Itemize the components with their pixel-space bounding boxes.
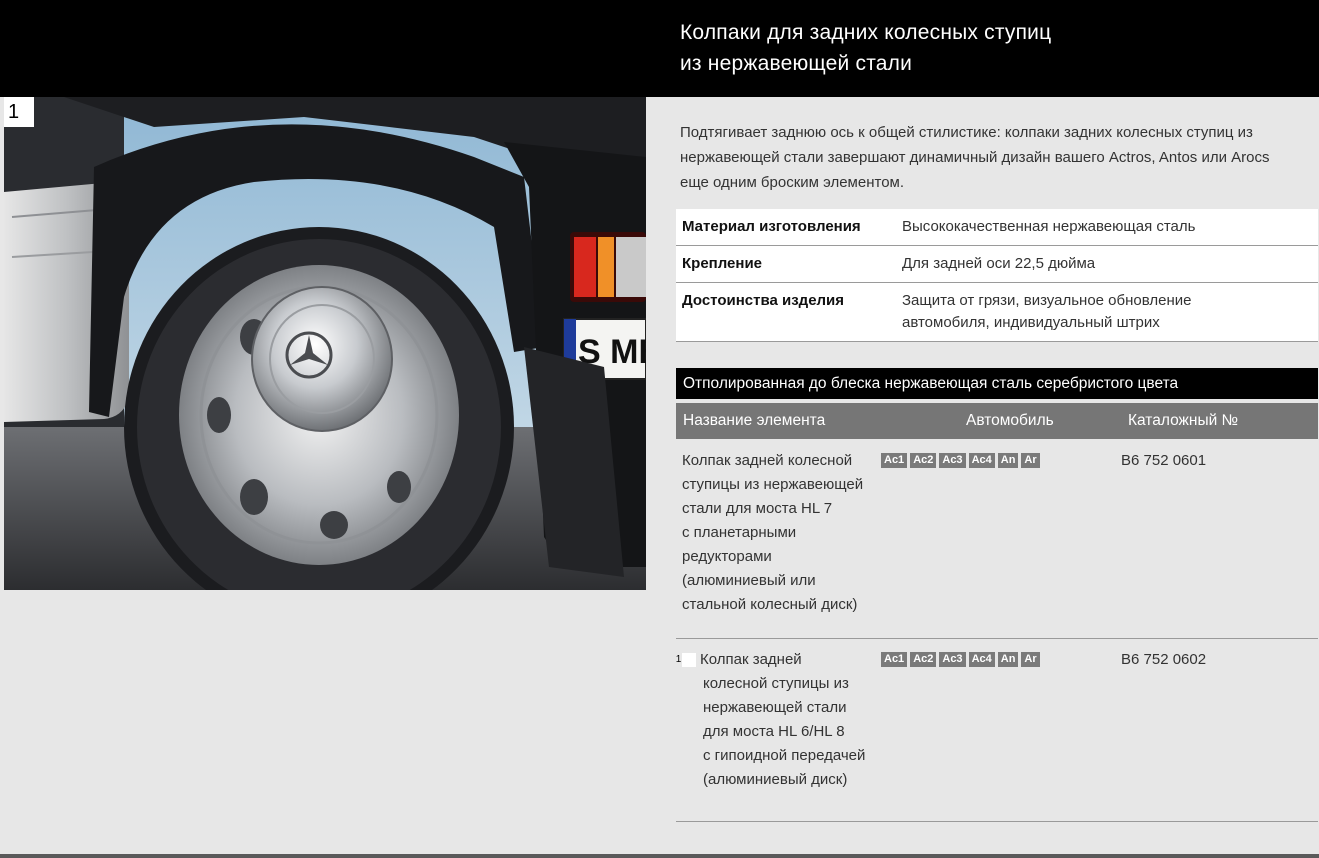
- model-chip: Ac4: [968, 453, 995, 468]
- row-divider: [676, 638, 1318, 639]
- row-divider: [676, 821, 1318, 822]
- bottom-border: [0, 854, 1319, 858]
- spec-value: Защита от грязи, визуальное обновление а…: [902, 292, 1192, 331]
- item-name: Колпак задней колесной ступицы из нержав…: [682, 452, 864, 613]
- spec-key: Крепление: [682, 255, 763, 272]
- column-header-name: Название элемента: [683, 412, 826, 429]
- model-chip: An: [997, 453, 1019, 468]
- intro-text: Подтягивает заднюю ось к общей стилистик…: [680, 124, 1270, 191]
- header-bar: Колпаки для задних колесных ступиц из не…: [0, 0, 1319, 97]
- page-title: Колпаки для задних колесных ступиц из не…: [680, 17, 1300, 79]
- table-row: Колпак задней колесной ступицы из нержав…: [676, 449, 1318, 639]
- spec-value: Для задней оси 22,5 дюйма: [902, 255, 1096, 272]
- column-header-part-number: Каталожный №: [1128, 412, 1239, 429]
- model-chip: An: [997, 652, 1019, 667]
- model-chip: Ac3: [939, 652, 966, 667]
- model-chip: Ar: [1021, 652, 1040, 667]
- model-chip: Ac1: [881, 453, 908, 468]
- spec-row: Крепление Для задней оси 22,5 дюйма: [676, 246, 1318, 283]
- model-chip: Ar: [1021, 453, 1040, 468]
- item-name: 1 Колпак задней колесной ступицы из нержа…: [675, 651, 866, 788]
- spec-row: Достоинства изделия Защита от грязи, виз…: [676, 283, 1318, 342]
- spec-row: Материал изготовления Высококачественная…: [676, 209, 1318, 246]
- spec-value: Высококачественная нержавеющая сталь: [902, 218, 1196, 235]
- vehicle-model-chips: Ac1 Ac2 Ac3 Ac4 An Ar: [881, 453, 1040, 468]
- photo-index-badge: 1: [4, 97, 34, 127]
- model-chip: Ac3: [939, 453, 966, 468]
- model-chip: Ac1: [881, 652, 908, 667]
- item-index-badge: 1: [676, 653, 696, 667]
- model-chip: Ac2: [910, 453, 937, 468]
- model-chip: Ac4: [968, 652, 995, 667]
- product-photo: S MB 185 1: [4, 97, 646, 590]
- part-number: B6 752 0601: [1121, 452, 1207, 469]
- section-title: Отполированная до блеска нержавеющая ста…: [676, 368, 1318, 399]
- spec-key: Достоинства изделия: [682, 292, 845, 309]
- spec-key: Материал изготовления: [682, 218, 861, 235]
- catalog-page: Колпаки для задних колесных ступиц из не…: [0, 0, 1319, 858]
- vehicle-model-chips: Ac1 Ac2 Ac3 Ac4 An Ar: [881, 652, 1040, 667]
- spec-table: Материал изготовления Высококачественная…: [676, 209, 1318, 342]
- truck-wheel-illustration: S MB 185: [4, 97, 646, 590]
- table-row: 1 Колпак задней колесной ступицы из нержа…: [676, 648, 1318, 822]
- model-chip: Ac2: [910, 652, 937, 667]
- column-header-vehicle: Автомобиль: [966, 412, 1054, 429]
- title-line-1: Колпаки для задних колесных ступиц: [680, 21, 1052, 44]
- title-line-2: из нержавеющей стали: [680, 52, 913, 75]
- part-number: B6 752 0602: [1121, 651, 1207, 668]
- column-header-row: Название элемента Автомобиль Каталожный …: [676, 403, 1318, 439]
